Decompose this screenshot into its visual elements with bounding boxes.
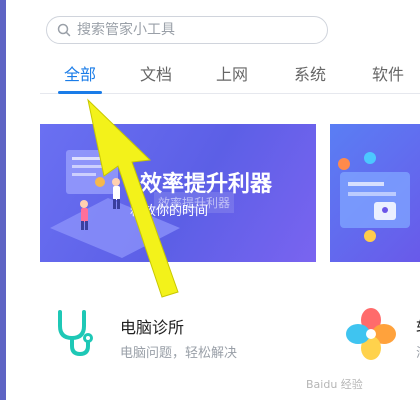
tool-panel: 全部 文档 上网 系统 软件 效率提升利器 效率提升利器 释放你的时间 [6,0,420,400]
banner-subtitle: 释放你的时间 [130,204,209,219]
search-icon [57,23,71,37]
tool-software-item[interactable]: 软 海 [346,308,420,364]
tab-documents[interactable]: 文档 [140,61,172,85]
tab-all[interactable]: 全部 [64,61,96,85]
search-box[interactable] [46,16,328,44]
active-tab-indicator [58,91,102,94]
banner-title: 效率提升利器 [140,172,273,197]
stethoscope-icon [52,308,98,364]
tool-description: 海 [416,342,420,361]
security-banner[interactable] [330,124,420,262]
baidu-watermark: Baidu 经验 [306,378,363,391]
category-tabs: 全部 文档 上网 系统 软件 [40,56,420,94]
pinwheel-icon [346,308,396,364]
tool-name: 软 [416,314,420,338]
tab-software[interactable]: 软件 [372,61,404,85]
tool-pc-clinic[interactable]: 电脑诊所 电脑问题，轻松解决 [52,308,272,364]
search-input[interactable] [77,22,317,38]
tab-internet[interactable]: 上网 [216,61,248,85]
efficiency-banner[interactable]: 效率提升利器 效率提升利器 释放你的时间 [40,124,316,262]
tab-system[interactable]: 系统 [294,61,326,85]
tool-name: 电脑诊所 [120,318,185,337]
tool-description: 电脑问题，轻松解决 [120,346,238,361]
banner-illustration [338,152,410,242]
